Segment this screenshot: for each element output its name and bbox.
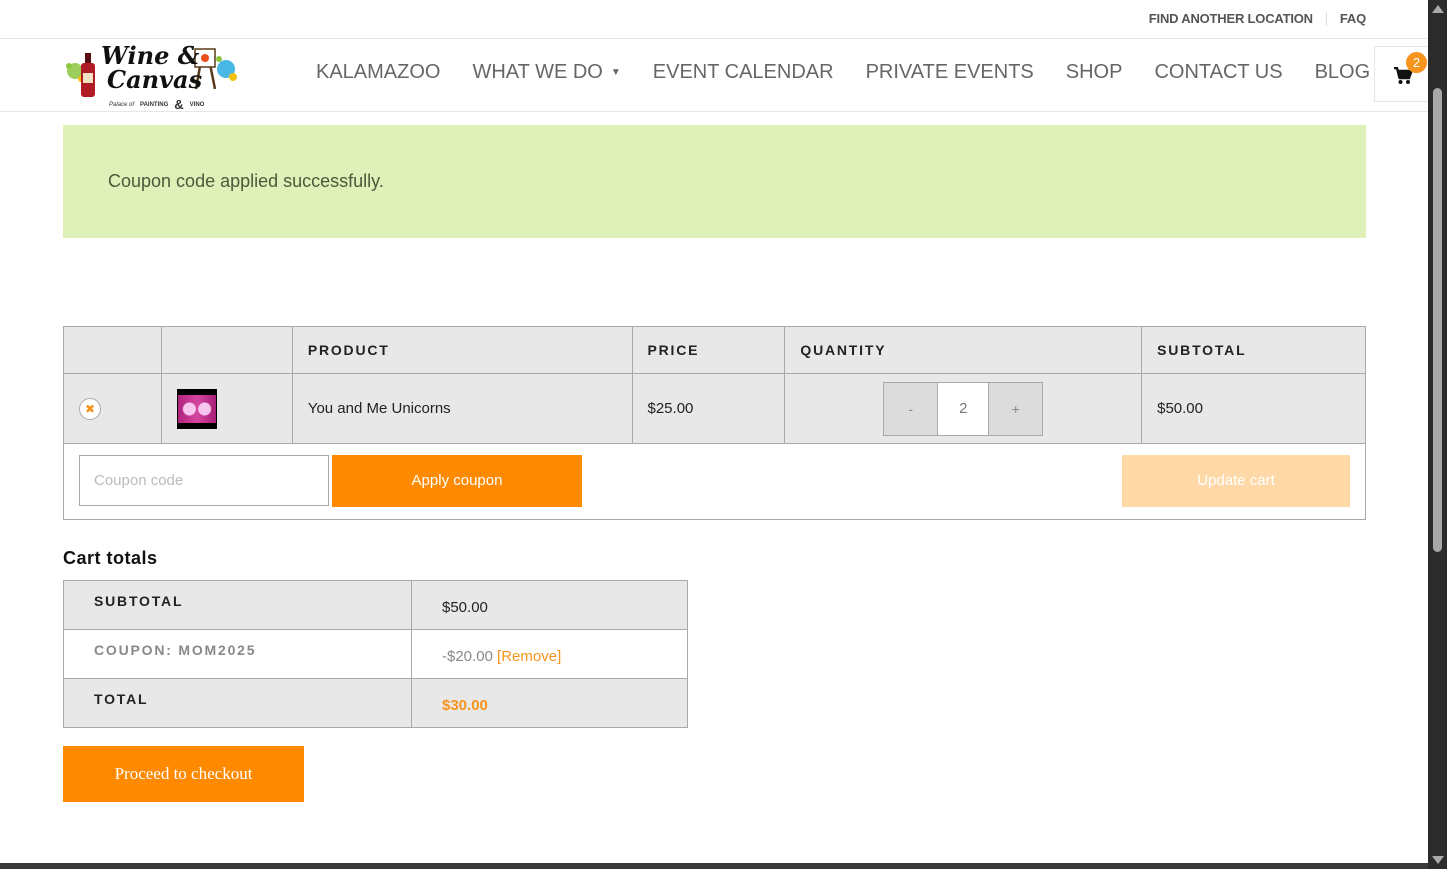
subtotal-label: SUBTOTAL [63,580,412,630]
header-thumbnail [160,326,293,374]
cart-totals-table: SUBTOTAL $50.00 COUPON: MOM2025 -$20.00 … [63,580,688,728]
unicorn-painting-image [177,394,216,423]
total-label: TOTAL [63,678,412,728]
nav-label: KALAMAZOO [316,61,441,83]
nav-label: BLOG [1314,61,1371,83]
cart-table: PRODUCT PRICE QUANTITY SUBTOTAL ✖ You an… [63,326,1366,520]
quantity-increase-button[interactable]: + [989,382,1043,435]
coupon-label: COUPON: MOM2025 [63,629,412,679]
quantity-stepper: - 2 + [883,381,1044,436]
scroll-up-arrow-icon[interactable] [1432,5,1444,13]
total-value: $30.00 [442,696,488,714]
horizontal-scrollbar[interactable] [0,863,1428,869]
header-product: PRODUCT [291,326,633,374]
remove-item-icon[interactable]: ✖ [79,397,101,420]
totals-total-row: TOTAL $30.00 [63,678,688,728]
scroll-down-arrow-icon[interactable] [1432,856,1444,864]
quantity-input[interactable]: 2 [937,382,990,435]
vertical-scroll-thumb[interactable] [1433,88,1442,552]
remove-coupon-link[interactable]: [Remove] [497,648,561,665]
header-subtotal: SUBTOTAL [1141,326,1366,374]
quantity-cell: - 2 + [784,373,1143,444]
top-links-divider [1325,11,1327,26]
totals-subtotal-row: SUBTOTAL $50.00 [63,580,688,630]
logo-text-line2: Canvas [107,65,203,94]
nav-item-kalamazoo[interactable]: KALAMAZOO [300,61,456,84]
coupon-success-notice: Coupon code applied successfully. [63,125,1366,238]
tagline-left: Palace of [109,101,135,108]
header-quantity: QUANTITY [784,326,1143,374]
dropdown-caret-icon: ▼ [610,67,621,78]
nav-label: SHOP [1065,61,1123,83]
nav-item-private-events[interactable]: PRIVATE EVENTS [850,61,1050,84]
proceed-to-checkout-button[interactable]: Proceed to checkout [63,746,304,802]
total-value-cell: $30.00 [411,678,688,728]
tagline-right: VINO [189,101,205,108]
logo-tagline: Palace of PAINTING & VINO [109,97,204,112]
site-logo[interactable]: Wine & Canvas Palace of PAINTING & VINO [63,39,238,112]
tagline-mid: PAINTING [140,101,169,108]
update-cart-button[interactable]: Update cart [1122,455,1350,507]
nav-label: PRIVATE EVENTS [865,61,1034,83]
apply-coupon-button[interactable]: Apply coupon [332,455,582,507]
nav-label: CONTACT US [1154,61,1283,83]
nav-label: EVENT CALENDAR [652,61,834,83]
nav-item-event-calendar[interactable]: EVENT CALENDAR [637,61,850,84]
main-nav: KALAMAZOO WHAT WE DO ▼ EVENT CALENDAR PRI… [300,61,1386,84]
product-subtotal: $50.00 [1141,373,1366,444]
remove-cell: ✖ [63,373,162,444]
find-location-link[interactable]: FIND ANOTHER LOCATION [1149,11,1313,26]
header-remove [63,326,162,374]
horizontal-scroll-thumb[interactable] [0,863,1205,869]
thumbnail-cell [160,373,293,444]
cart-item-row: ✖ You and Me Unicorns $25.00 - 2 + $50.0… [63,373,1366,444]
nav-item-shop[interactable]: SHOP [1050,61,1139,84]
product-price: $25.00 [631,373,786,444]
cart-totals-heading: Cart totals [63,548,158,568]
cart-actions-cell: Coupon code Apply coupon Update cart [63,443,1366,520]
notice-message: Coupon code applied successfully. [108,171,384,191]
nav-label: WHAT WE DO [472,61,603,83]
vertical-scrollbar[interactable] [1428,0,1447,869]
product-name[interactable]: You and Me Unicorns [291,373,633,444]
cart-button[interactable]: 2 [1374,46,1430,102]
top-bar: FIND ANOTHER LOCATION FAQ [0,0,1428,39]
quantity-decrease-button[interactable]: - [884,382,938,435]
coupon-value-cell: -$20.00 [Remove] [411,629,688,679]
cart-actions-row: Coupon code Apply coupon Update cart [63,443,1366,520]
nav-item-what-we-do[interactable]: WHAT WE DO ▼ [456,61,636,84]
nav-item-contact-us[interactable]: CONTACT US [1138,61,1298,84]
top-links: FIND ANOTHER LOCATION FAQ [1149,11,1366,26]
totals-coupon-row: COUPON: MOM2025 -$20.00 [Remove] [63,629,688,679]
product-thumbnail[interactable] [176,388,217,429]
coupon-discount: -$20.00 [442,647,493,665]
cart-table-header: PRODUCT PRICE QUANTITY SUBTOTAL [63,326,1366,374]
coupon-code-input[interactable]: Coupon code [79,455,329,506]
ampersand-icon: & [174,97,184,112]
faq-link[interactable]: FAQ [1340,11,1366,26]
site-header: Wine & Canvas Palace of PAINTING & VINO … [0,39,1430,112]
header-price: PRICE [631,326,786,374]
subtotal-value: $50.00 [411,580,688,630]
cart-count-badge: 2 [1406,52,1427,73]
